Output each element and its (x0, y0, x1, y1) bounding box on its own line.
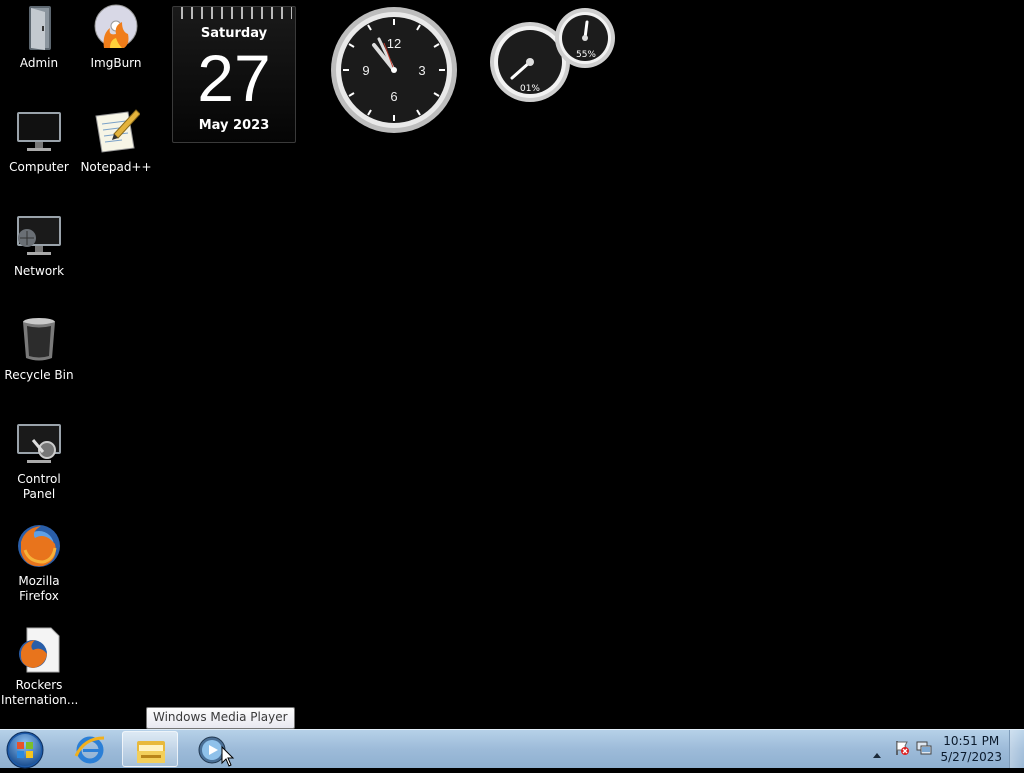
desktop-icon-label: Control Panel (17, 472, 61, 501)
imgburn-icon (92, 4, 140, 52)
taskbar: 10:51 PM 5/27/2023 (0, 729, 1024, 769)
clock-gadget[interactable]: 12 3 6 9 (329, 5, 459, 135)
desktop: Admin Computer Network Recycle Bin Contr… (0, 0, 1024, 729)
recycle-bin-icon (15, 316, 63, 364)
desktop-icon-label: Computer (9, 160, 69, 174)
windows-logo-icon (6, 731, 44, 769)
cpu-meter-gadget[interactable]: 01% 55% (488, 8, 618, 104)
desktop-icon-computer[interactable]: Computer (1, 108, 77, 175)
show-hidden-icons-button[interactable] (872, 744, 882, 763)
desktop-icon-label: Mozilla Firefox (18, 574, 60, 603)
calendar-binding (176, 7, 292, 19)
control-panel-icon (15, 420, 63, 468)
desktop-icon-label: Notepad++ (80, 160, 152, 174)
desktop-icon-firefox[interactable]: Mozilla Firefox (1, 522, 77, 604)
action-center-icon[interactable] (894, 740, 910, 760)
internet-explorer-icon (74, 736, 105, 764)
taskbar-date: 5/27/2023 (940, 750, 1002, 764)
taskbar-windows-explorer[interactable] (122, 731, 178, 767)
taskbar-time: 10:51 PM (943, 734, 1000, 748)
desktop-icon-network[interactable]: Network (1, 212, 77, 279)
desktop-icon-recycle-bin[interactable]: Recycle Bin (1, 316, 77, 383)
taskbar-tooltip: Windows Media Player (146, 707, 295, 729)
cpu-usage-label: 01% (520, 84, 540, 94)
desktop-icon-notepadpp[interactable]: Notepad++ (78, 108, 154, 175)
network-icon (15, 212, 63, 260)
notification-area: 10:51 PM 5/27/2023 (864, 730, 1024, 768)
calendar-weekday: Saturday (200, 26, 268, 41)
start-button[interactable] (3, 731, 47, 769)
desktop-icon-rockers[interactable]: Rockers Internation... (1, 626, 79, 708)
firefox-document-icon (15, 626, 63, 674)
folder-icon (15, 4, 63, 52)
firefox-icon (15, 522, 63, 570)
show-desktop-button[interactable] (1009, 730, 1024, 768)
clock-numeral-3: 3 (418, 63, 425, 78)
calendar-month-year: May 2023 (198, 118, 270, 133)
mouse-cursor-icon (221, 745, 235, 772)
taskbar-internet-explorer[interactable] (62, 731, 118, 767)
desktop-icon-control-panel[interactable]: Control Panel (1, 420, 77, 502)
notepadpp-icon (92, 108, 141, 156)
desktop-icon-label: Recycle Bin (4, 368, 74, 382)
desktop-icon-label: Network (13, 264, 65, 278)
calendar-day: 27 (197, 41, 271, 115)
desktop-icon-imgburn[interactable]: ImgBurn (78, 4, 154, 71)
memory-usage-label: 55% (576, 50, 596, 60)
desktop-icon-admin[interactable]: Admin (1, 4, 77, 71)
desktop-icon-label: Admin (19, 56, 59, 70)
network-status-icon[interactable] (916, 740, 932, 760)
calendar-gadget[interactable]: Saturday 27 May 2023 (172, 6, 296, 143)
windows-explorer-icon (137, 741, 165, 763)
chevron-up-icon (873, 753, 881, 758)
computer-icon (15, 108, 63, 156)
clock-numeral-6: 6 (390, 89, 397, 104)
desktop-icon-label: Rockers Internation... (1, 678, 79, 707)
desktop-icon-label: ImgBurn (90, 56, 142, 70)
clock-numeral-9: 9 (362, 63, 369, 78)
clock-numeral-12: 12 (387, 36, 401, 51)
taskbar-clock[interactable]: 10:51 PM 5/27/2023 (940, 733, 1002, 765)
